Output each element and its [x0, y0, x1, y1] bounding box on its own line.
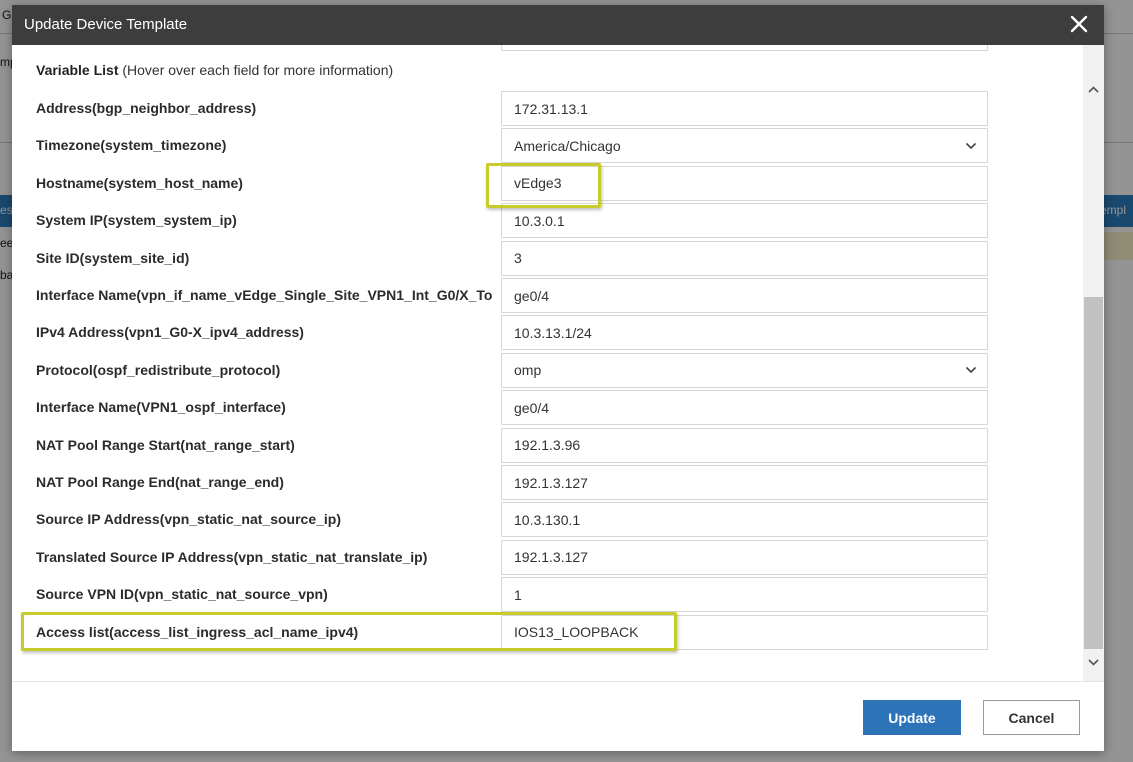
variable-input[interactable]: 10.3.130.1	[501, 502, 988, 538]
variable-label: Hostname(system_host_name)	[36, 174, 243, 191]
dialog-title: Update Device Template	[24, 16, 188, 33]
variable-label: Protocol(ospf_redistribute_protocol)	[36, 361, 281, 378]
variable-select[interactable]: omp	[501, 352, 988, 388]
variable-label: Interface Name(vpn_if_name_vEdge_Single_…	[36, 287, 493, 303]
variable-label: NAT Pool Range End(nat_range_end)	[36, 474, 284, 490]
variable-label: Source VPN ID(vpn_static_nat_source_vpn)	[36, 586, 328, 603]
variable-list-hint: (Hover over each field for more informat…	[122, 62, 394, 78]
variable-row: Protocol(ospf_redistribute_protocol) omp	[12, 352, 1082, 389]
hostname-highlight-box	[486, 163, 601, 208]
variable-input[interactable]: 192.1.3.127	[501, 539, 988, 575]
chevron-down-icon[interactable]	[1087, 657, 1100, 667]
update-button[interactable]: Update	[863, 700, 961, 735]
variable-row: Address(bgp_neighbor_address) 172.31.13.1	[12, 90, 1082, 127]
variable-input[interactable]: 3	[501, 240, 988, 276]
variable-label: Timezone(system_timezone)	[36, 137, 227, 154]
access-list-highlight-box	[21, 612, 677, 651]
variable-row: Interface Name(vpn_if_name_vEdge_Single_…	[12, 277, 1082, 314]
variable-list-label: Variable List	[36, 62, 119, 78]
variable-label: Source IP Address(vpn_static_nat_source_…	[36, 511, 341, 528]
variable-label: IPv4 Address(vpn1_G0-X_ipv4_address)	[36, 324, 304, 341]
field-value: 192.1.3.96	[514, 437, 581, 454]
variable-label: Interface Name(VPN1_ospf_interface)	[36, 399, 286, 416]
variable-input[interactable]: 10.3.0.1	[501, 203, 988, 239]
close-icon[interactable]	[1068, 13, 1090, 35]
scrollbar[interactable]	[1083, 45, 1104, 681]
dialog-header: Update Device Template	[12, 5, 1104, 45]
variable-select[interactable]: America/Chicago	[501, 128, 988, 164]
variable-input[interactable]: ge0/4	[501, 390, 988, 426]
variable-input[interactable]: 192.1.3.127	[501, 465, 988, 500]
variable-list: Variable List (Hover over each field for…	[12, 45, 1104, 681]
field-value: 10.3.0.1	[514, 212, 565, 229]
chevron-down-icon	[965, 142, 977, 150]
update-device-template-dialog: Update Device Template Variable List (Ho…	[12, 5, 1104, 751]
variable-label: Site ID(system_site_id)	[36, 249, 190, 266]
variable-row: IPv4 Address(vpn1_G0-X_ipv4_address) 10.3…	[12, 314, 1082, 351]
variable-row: Source VPN ID(vpn_static_nat_source_vpn)…	[12, 576, 1082, 613]
scrollbar-thumb[interactable]	[1084, 297, 1103, 649]
variable-label: System IP(system_system_ip)	[36, 212, 237, 229]
field-value: ge0/4	[514, 399, 550, 416]
variable-row: Source IP Address(vpn_static_nat_source_…	[12, 501, 1082, 538]
chevron-down-icon	[965, 367, 977, 374]
variable-list-heading: Variable List (Hover over each field for…	[36, 62, 393, 78]
footer-divider	[12, 681, 1104, 682]
chevron-up-icon[interactable]	[1087, 85, 1100, 95]
field-value: 10.3.130.1	[514, 511, 581, 528]
field-value: 10.3.13.1/24	[514, 324, 592, 341]
variable-input[interactable]: ge0/4	[501, 278, 988, 313]
variable-row: Interface Name(VPN1_ospf_interface) ge0/4	[12, 389, 1082, 426]
variable-row: NAT Pool Range End(nat_range_end) 192.1.3…	[12, 464, 1082, 501]
variable-row: Timezone(system_timezone) America/Chicago	[12, 127, 1082, 164]
field-value: 172.31.13.1	[514, 100, 588, 117]
variable-label: Address(bgp_neighbor_address)	[36, 100, 257, 116]
cancel-button[interactable]: Cancel	[983, 700, 1080, 735]
variable-label: NAT Pool Range Start(nat_range_start)	[36, 436, 295, 453]
clipped-field	[501, 45, 988, 51]
field-value: America/Chicago	[514, 137, 621, 154]
variable-row: Site ID(system_site_id) 3	[12, 240, 1082, 277]
field-value: 3	[514, 250, 522, 267]
variable-input[interactable]: 192.1.3.96	[501, 427, 988, 463]
field-value: 1	[514, 586, 522, 603]
variable-input[interactable]: 10.3.13.1/24	[501, 315, 988, 351]
variable-row: Translated Source IP Address(vpn_static_…	[12, 539, 1082, 576]
variable-input[interactable]: 172.31.13.1	[501, 91, 988, 126]
field-value: ge0/4	[514, 287, 550, 304]
variable-label: Translated Source IP Address(vpn_static_…	[36, 548, 428, 565]
field-value: 192.1.3.127	[514, 549, 588, 566]
field-value: omp	[514, 362, 542, 379]
variable-input[interactable]: 1	[501, 577, 988, 613]
field-value: 192.1.3.127	[514, 474, 588, 491]
variable-row: NAT Pool Range Start(nat_range_start) 192…	[12, 427, 1082, 464]
